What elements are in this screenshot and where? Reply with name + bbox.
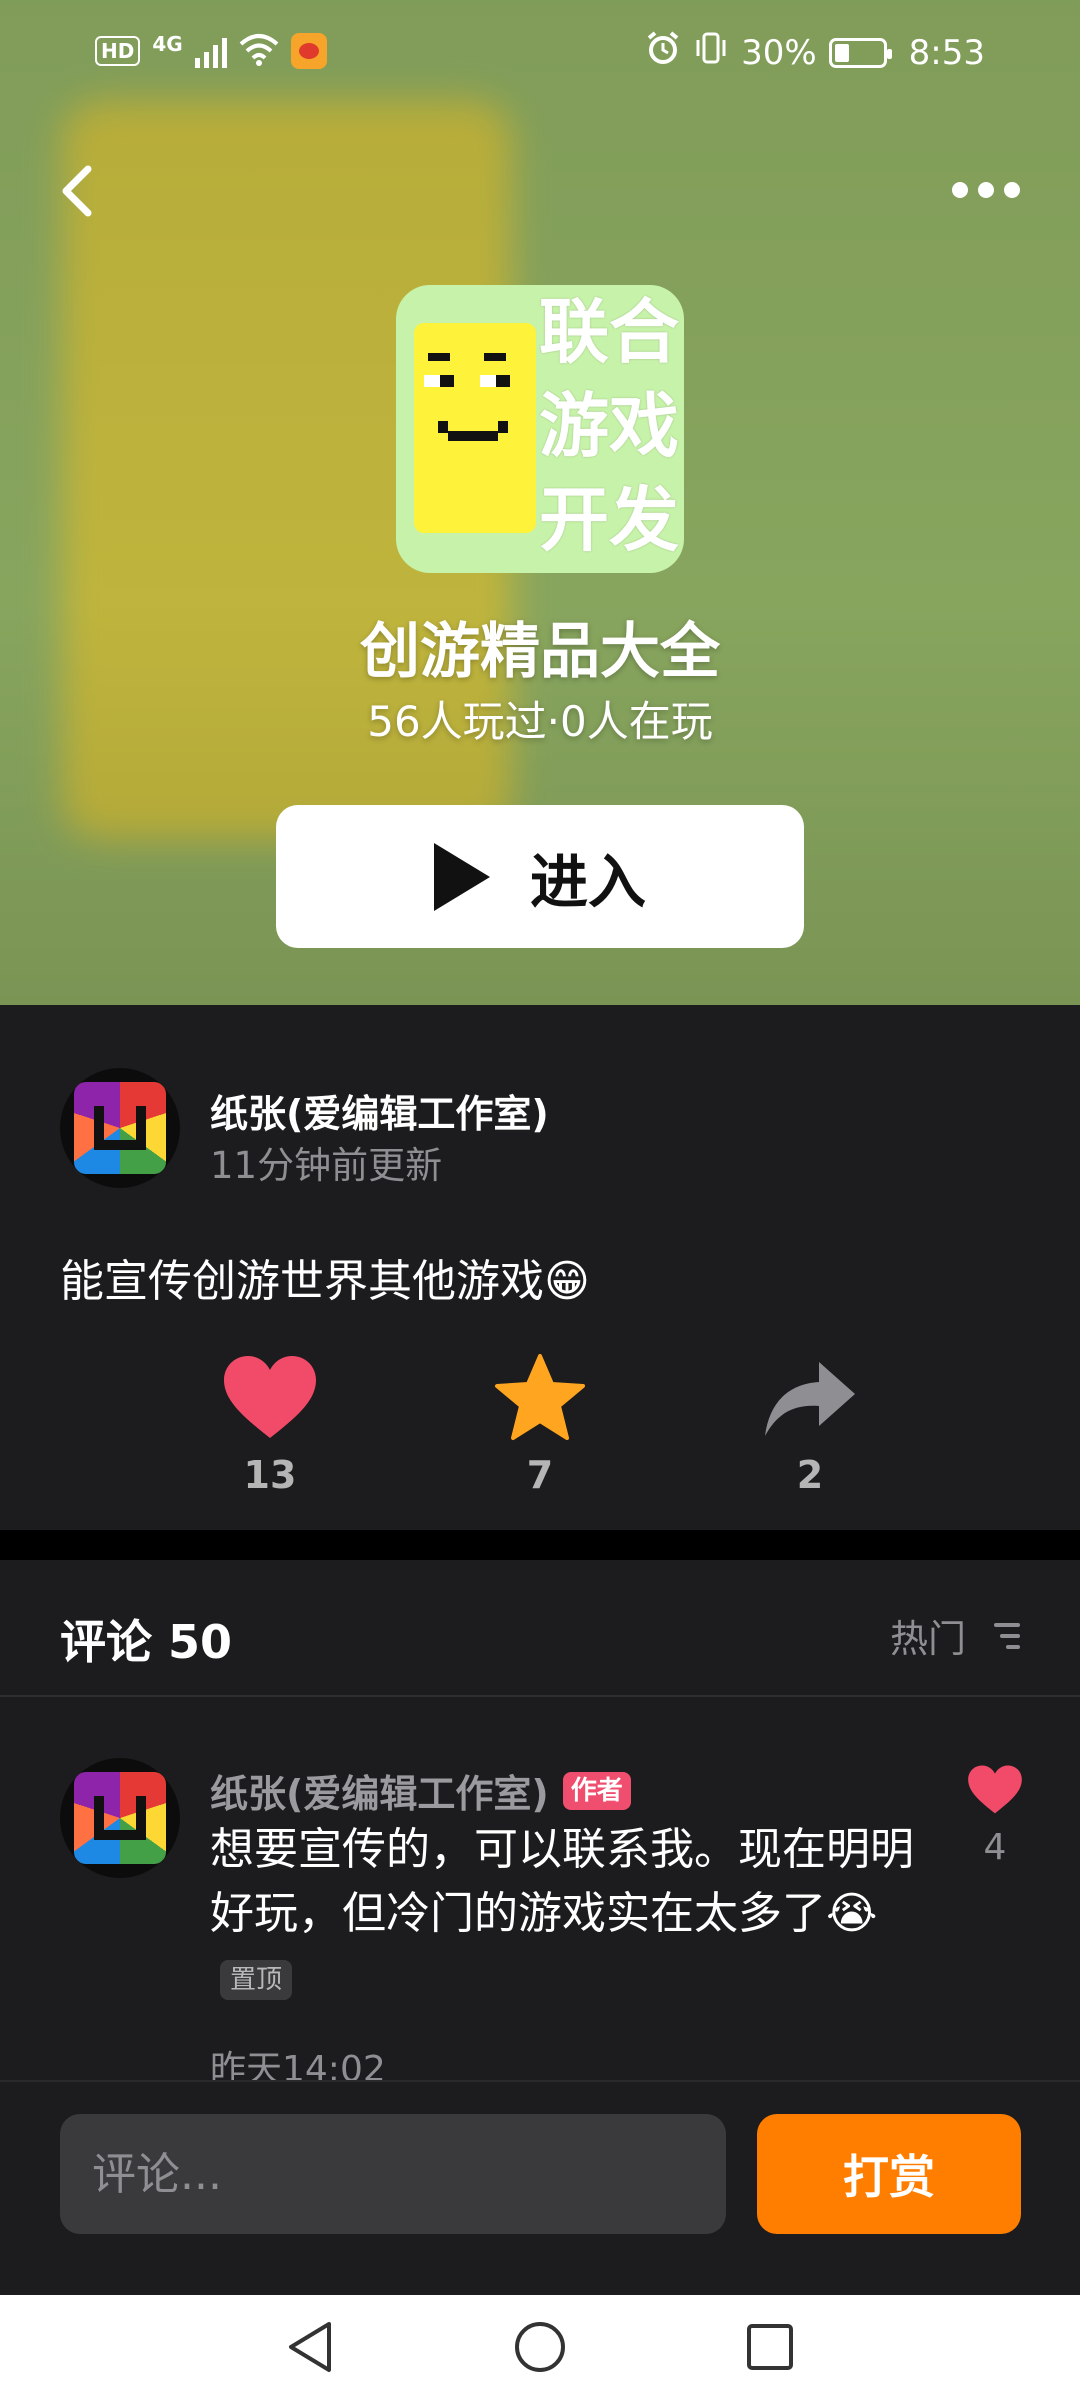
- nav-recents-button[interactable]: [740, 2317, 800, 2377]
- game-icon: 联合 游戏 开发: [396, 285, 684, 573]
- back-button[interactable]: [50, 155, 110, 225]
- comment-text-block: 想要宣传的，可以联系我。现在明明好玩，但冷门的游戏实在太多了😭 置顶: [210, 1818, 950, 2010]
- star-icon: [495, 1353, 585, 1440]
- enter-label: 进入: [529, 847, 646, 916]
- dot-icon: [978, 182, 994, 198]
- nav-back-button[interactable]: [280, 2317, 340, 2377]
- game-icon-lettering: 联合 游戏 开发: [539, 291, 679, 561]
- comment-text: 想要宣传的，可以联系我。现在明明好玩，但冷门的游戏实在太多了😭: [210, 1824, 914, 1939]
- dot-icon: [952, 182, 968, 198]
- alarm-icon: [645, 30, 681, 75]
- comments-header: 评论 50 热门: [0, 1560, 1080, 1697]
- pinned-badge: 置顶: [220, 1960, 293, 2000]
- avatar[interactable]: [60, 1068, 180, 1188]
- system-nav-bar: [0, 2295, 1080, 2400]
- square-recents-icon: [747, 2324, 793, 2370]
- bottom-action-bar: 打赏: [0, 2080, 1080, 2295]
- like-button[interactable]: 13: [195, 1350, 345, 1497]
- avatar[interactable]: [60, 1758, 180, 1878]
- favorite-count: 7: [526, 1453, 554, 1497]
- updated-time: 11分钟前更新: [210, 1144, 443, 1187]
- sort-label: 热门: [889, 1617, 966, 1661]
- comment-input[interactable]: [60, 2114, 726, 2234]
- more-options-button[interactable]: [952, 170, 1032, 210]
- chevron-left-icon: [62, 165, 92, 217]
- comment-author[interactable]: 纸张(爱编辑工作室): [210, 1763, 549, 1818]
- play-icon: [433, 842, 490, 911]
- clock-time: 8:53: [908, 32, 985, 73]
- like-count: 13: [243, 1453, 297, 1497]
- circle-home-icon: [515, 2322, 565, 2372]
- sort-icon: [980, 1622, 1020, 1649]
- game-hero: HD 4G 30% 8:53 联合 游戏 开发 创游精品大全 56人玩过·0人在…: [0, 0, 1080, 1005]
- pixel-face-icon: [414, 323, 536, 533]
- game-stats: 56人玩过·0人在玩: [367, 697, 713, 746]
- comment-time: 昨天14:02: [210, 2049, 386, 2080]
- comment-like-count: 4: [983, 1827, 1007, 1868]
- share-count: 2: [796, 1453, 824, 1497]
- author-badge: 作者: [562, 1771, 631, 1810]
- post-text: 能宣传创游世界其他游戏😁: [60, 1256, 590, 1307]
- post-actions: 13 7 2: [0, 1350, 1080, 1510]
- status-bar: HD 4G 30% 8:53: [0, 0, 1080, 110]
- tip-button[interactable]: 打赏: [757, 2114, 1021, 2234]
- comment-like-button[interactable]: 4: [960, 1765, 1030, 1868]
- game-title: 创游精品大全: [360, 617, 720, 687]
- share-button[interactable]: 2: [735, 1350, 885, 1497]
- weibo-notification-icon: [290, 33, 327, 69]
- section-divider: [0, 1530, 1080, 1560]
- comments-section: 评论 50 热门 纸张(爱编辑工作室) 作者 想要宣传的，可以联系我。现在明明好…: [0, 1560, 1080, 2080]
- comments-title: 评论 50: [60, 1615, 233, 1669]
- author-post: 纸张(爱编辑工作室) 11分钟前更新 能宣传创游世界其他游戏😁 13 7 2: [0, 1005, 1080, 1530]
- signal-icon: [194, 34, 227, 68]
- battery-percent: 30%: [741, 32, 817, 73]
- sort-toggle[interactable]: 热门: [890, 1608, 1020, 1663]
- heart-icon: [968, 1765, 1022, 1814]
- favorite-button[interactable]: 7: [465, 1350, 615, 1497]
- dot-icon: [1004, 182, 1020, 198]
- heart-icon: [224, 1355, 316, 1438]
- share-arrow-icon: [765, 1361, 855, 1436]
- author-name[interactable]: 纸张(爱编辑工作室): [210, 1083, 549, 1138]
- enter-game-button[interactable]: 进入: [276, 805, 804, 948]
- wifi-icon: [239, 32, 279, 70]
- hd-icon: HD: [95, 36, 141, 66]
- vibrate-icon: [693, 30, 729, 75]
- triangle-back-icon: [289, 2322, 331, 2372]
- battery-icon: [828, 37, 892, 68]
- network-type-label: 4G: [152, 32, 183, 56]
- nav-home-button[interactable]: [510, 2317, 570, 2377]
